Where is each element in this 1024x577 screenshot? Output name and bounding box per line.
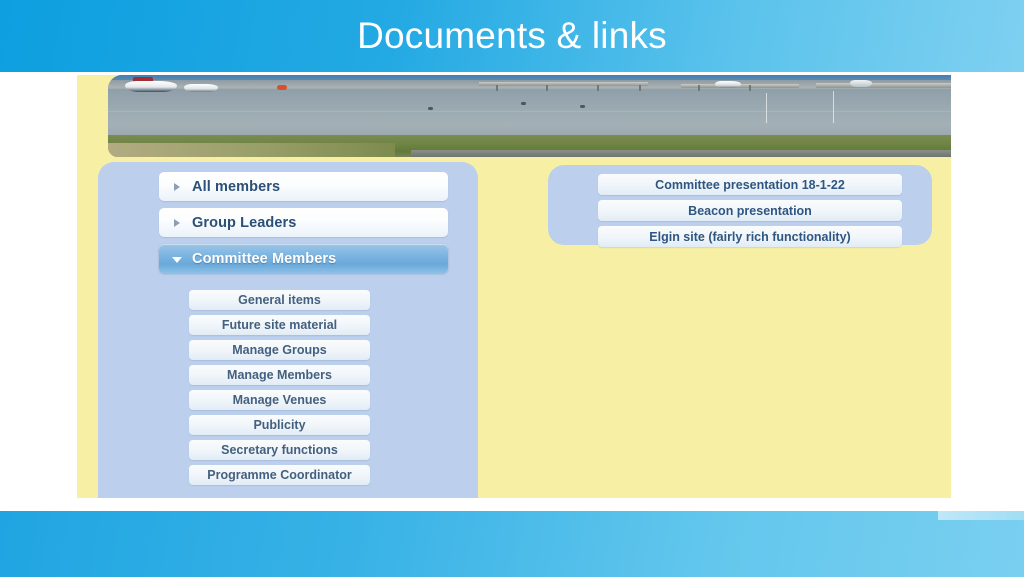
slide-header-band: Documents & links [0, 0, 1024, 72]
subnav-item-label: Manage Venues [232, 393, 327, 407]
photo-pier-post [698, 85, 701, 91]
subnav-item-programme-coordinator[interactable]: Programme Coordinator [189, 465, 370, 485]
presentation-slide: Documents & links All members Group Lead… [0, 0, 1024, 577]
photo-boat [183, 84, 218, 92]
link-item-label: Committee presentation 18-1-22 [655, 177, 845, 192]
photo-pier-post [546, 85, 549, 91]
photo-mast [765, 93, 767, 123]
primary-nav-list: All members Group Leaders Committee Memb… [159, 172, 448, 280]
photo-foreshore [108, 143, 395, 157]
photo-road [411, 150, 951, 157]
nav-item-committee-members[interactable]: Committee Members [159, 244, 448, 273]
photo-dock [816, 83, 951, 88]
subnav-item-manage-members[interactable]: Manage Members [189, 365, 370, 385]
link-item-label: Elgin site (fairly rich functionality) [649, 229, 851, 244]
subnav-item-label: Manage Members [227, 368, 332, 382]
photo-boat [714, 81, 741, 88]
photo-buoy [580, 105, 586, 108]
subnav-item-publicity[interactable]: Publicity [189, 415, 370, 435]
photo-pier-post [495, 85, 498, 91]
photo-boat [124, 81, 177, 92]
nav-item-label: All members [192, 178, 281, 195]
subnav-item-label: Publicity [253, 418, 306, 432]
photo-pier-post [748, 85, 751, 91]
chevron-down-icon [172, 254, 182, 264]
documents-links-panel: Committee presentation 18-1-22 Beacon pr… [548, 165, 932, 247]
subnav-item-label: Future site material [221, 318, 338, 332]
nav-item-label: Group Leaders [192, 214, 297, 231]
photo-pier-post [639, 85, 642, 91]
link-item-beacon-presentation[interactable]: Beacon presentation [598, 200, 902, 221]
documents-link-list: Committee presentation 18-1-22 Beacon pr… [598, 174, 902, 252]
link-item-elgin-site[interactable]: Elgin site (fairly rich functionality) [598, 226, 902, 247]
photo-mast [832, 91, 834, 123]
photo-buoy [521, 102, 527, 105]
chevron-right-icon [172, 182, 182, 192]
nav-item-group-leaders[interactable]: Group Leaders [159, 208, 448, 237]
subnav-item-manage-venues[interactable]: Manage Venues [189, 390, 370, 410]
subnav-item-manage-groups[interactable]: Manage Groups [189, 340, 370, 360]
subnav-item-secretary-functions[interactable]: Secretary functions [189, 440, 370, 460]
committee-submenu-list: General items Future site material Manag… [189, 290, 370, 490]
chevron-right-icon [172, 218, 182, 228]
subnav-item-general-items[interactable]: General items [189, 290, 370, 310]
photo-pier-post [596, 85, 599, 91]
subnav-item-future-site-material[interactable]: Future site material [189, 315, 370, 335]
nav-item-label: Committee Members [192, 250, 337, 267]
link-item-label: Beacon presentation [688, 203, 812, 218]
photo-boat [276, 85, 287, 90]
subnav-item-label: General items [238, 293, 321, 307]
page-title: Documents & links [357, 15, 667, 56]
photo-boat [849, 80, 872, 87]
footer-highlight-strip [938, 511, 1024, 520]
subnav-item-label: Programme Coordinator [207, 468, 352, 482]
subnav-item-label: Secretary functions [221, 443, 338, 457]
nav-item-all-members[interactable]: All members [159, 172, 448, 201]
subnav-item-label: Manage Groups [232, 343, 327, 357]
slide-footer-band [0, 511, 1024, 577]
banner-photo [108, 75, 951, 157]
link-item-committee-presentation[interactable]: Committee presentation 18-1-22 [598, 174, 902, 195]
photo-dock [478, 82, 648, 86]
navigation-panel: All members Group Leaders Committee Memb… [98, 162, 478, 498]
photo-water [108, 89, 951, 139]
